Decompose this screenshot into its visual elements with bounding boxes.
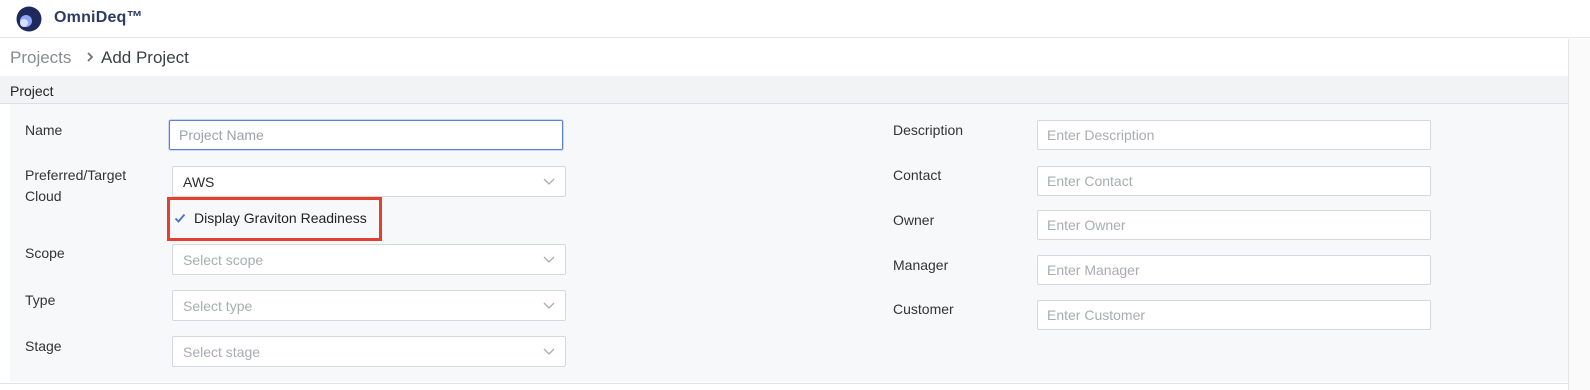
owner-label: Owner (893, 212, 935, 228)
chevron-right-icon (87, 52, 94, 62)
name-label: Name (25, 122, 63, 138)
section-header: Project (0, 76, 1568, 104)
cloud-select-value: AWS (183, 174, 215, 190)
contact-input[interactable] (1037, 166, 1431, 196)
cloud-label-line2: Cloud (25, 188, 62, 204)
manager-label: Manager (893, 257, 949, 273)
stage-select[interactable]: Select stage (172, 336, 566, 367)
graviton-readiness-highlight: Display Graviton Readiness (167, 197, 382, 241)
app-brand-name[interactable]: OmniDeq™ (54, 9, 143, 27)
cloud-select[interactable]: AWS (172, 166, 566, 197)
cloud-label-line1: Preferred/Target (25, 167, 127, 183)
customer-label: Customer (893, 301, 954, 317)
divider (0, 383, 1568, 384)
contact-label: Contact (893, 167, 942, 183)
chevron-down-icon (543, 348, 555, 355)
customer-input[interactable] (1037, 300, 1431, 330)
description-input[interactable] (1037, 120, 1431, 150)
type-label: Type (25, 292, 56, 308)
scope-label: Scope (25, 245, 65, 261)
top-bar: OmniDeq™ (0, 0, 1590, 38)
scrollbar[interactable] (1568, 39, 1590, 390)
breadcrumb-current: Add Project (101, 48, 189, 67)
chevron-down-icon (543, 178, 555, 185)
type-select[interactable]: Select type (172, 290, 566, 321)
breadcrumb-projects-link[interactable]: Projects (10, 48, 71, 68)
section-title: Project (10, 83, 54, 99)
scope-select-placeholder: Select scope (183, 252, 264, 268)
stage-select-placeholder: Select stage (183, 344, 261, 360)
owner-input[interactable] (1037, 210, 1431, 240)
description-label: Description (893, 122, 964, 138)
graviton-readiness-option[interactable]: Display Graviton Readiness (194, 210, 367, 226)
stage-label: Stage (25, 338, 62, 354)
type-select-placeholder: Select type (183, 298, 253, 314)
omnideq-logo-icon[interactable] (16, 6, 42, 32)
manager-input[interactable] (1037, 255, 1431, 285)
chevron-down-icon (543, 256, 555, 263)
chevron-down-icon (543, 302, 555, 309)
scope-select[interactable]: Select scope (172, 244, 566, 275)
project-name-input[interactable] (169, 120, 563, 150)
breadcrumb: Projects Add Project (0, 39, 1590, 76)
checkmark-icon[interactable] (174, 212, 186, 224)
